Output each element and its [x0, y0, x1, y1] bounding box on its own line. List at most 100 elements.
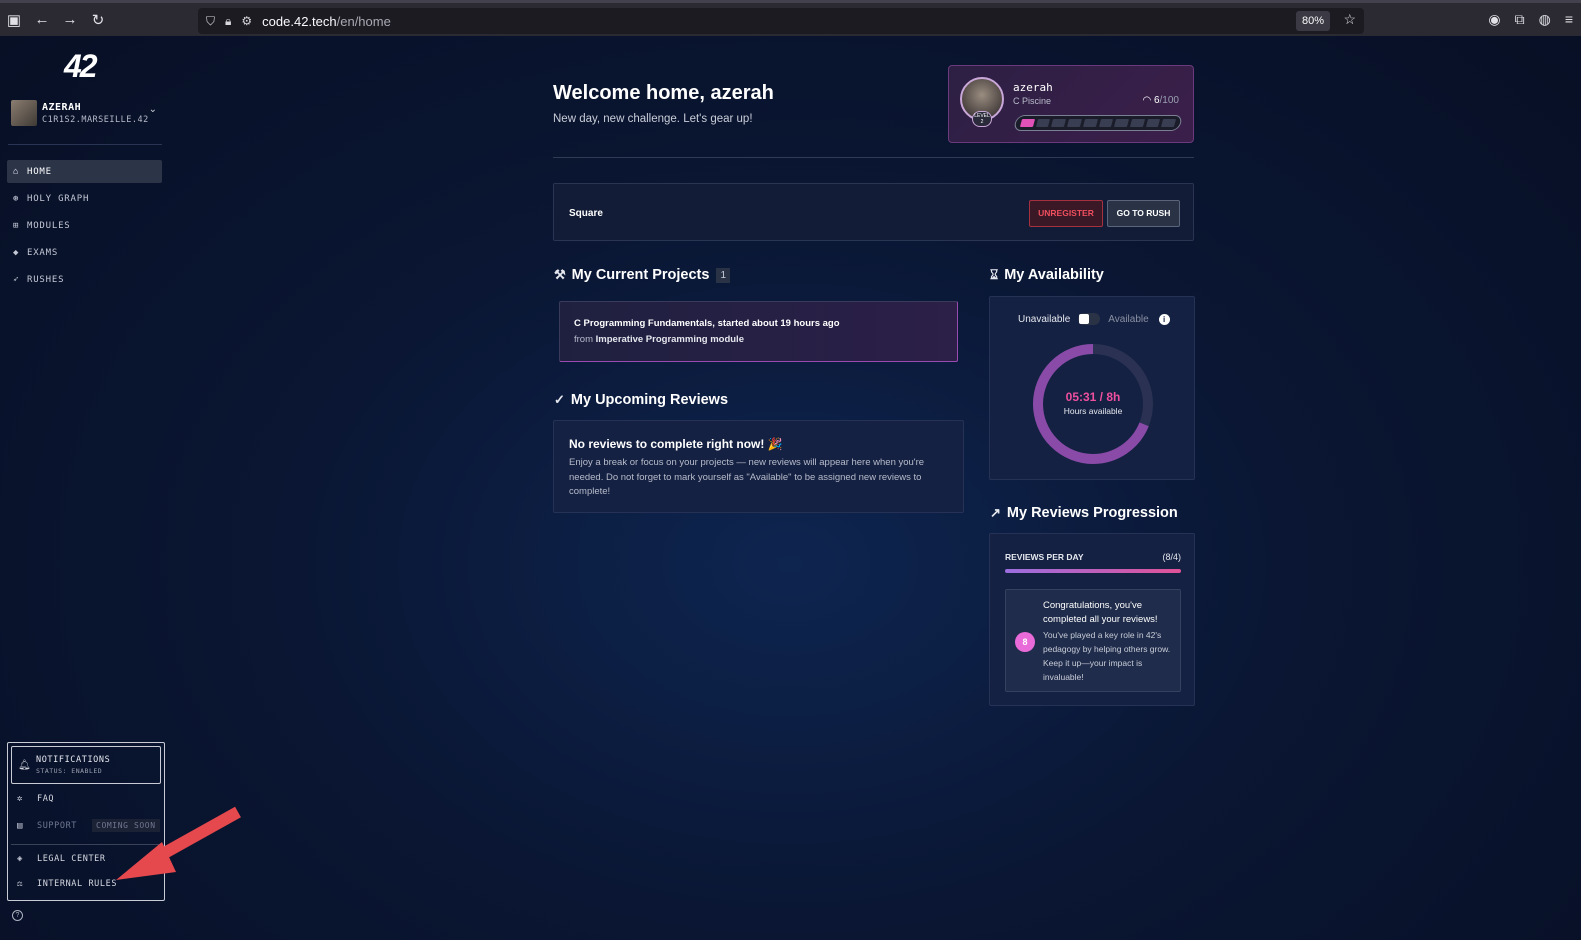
hours-value: 05:31 / 8h [1065, 390, 1121, 404]
internal-rules-link[interactable]: ⚖ INTERNAL RULES [17, 879, 117, 889]
level-badge: LEVEL 2 [972, 111, 992, 127]
availability-toggle-row: Unavailable Available i [1018, 313, 1170, 325]
url-path: /en/home [336, 13, 391, 29]
user-login: C1R1S2.MARSEILLE.42 [42, 114, 149, 125]
profile-course: C Piscine [1013, 96, 1052, 106]
question-icon: ✲ [17, 794, 24, 804]
progress-segment [1161, 119, 1177, 127]
permissions-icon[interactable]: ⚙ [241, 14, 252, 28]
progress-segment [1098, 119, 1114, 127]
availability-card: Unavailable Available i 05:31 / 8h Hours… [989, 296, 1195, 480]
faq-link[interactable]: ✲ FAQ [17, 794, 54, 804]
user-name: AZERAH [42, 101, 82, 113]
hours-label: Hours available [1063, 406, 1123, 416]
progress-segment [1082, 119, 1098, 127]
congrats-box: 8 Congratulations, you've completed all … [1005, 589, 1181, 692]
section-title-availability: ⌛︎ My Availability [990, 267, 1104, 283]
logo[interactable]: 42 [64, 48, 98, 85]
progress-segment [1035, 119, 1051, 127]
user-menu[interactable]: AZERAH C1R1S2.MARSEILLE.42 ⌄ [11, 98, 161, 128]
reviews-progress-bar [1005, 569, 1181, 573]
legal-label: LEGAL CENTER [37, 854, 106, 864]
url-bar[interactable]: ⛉ 🔒︎ ⚙ code.42.tech/en/home 80% ☆ [198, 8, 1364, 34]
nav-label: HOLY GRAPH [27, 193, 90, 204]
progress-segment [1067, 119, 1082, 127]
notifications-button[interactable]: 🔔︎ NOTIFICATIONS STATUS: ENABLED [11, 746, 161, 784]
congrats-text: You've played a key role in 42's pedagog… [1043, 630, 1171, 682]
account-icon[interactable]: ◉ [1488, 11, 1500, 28]
hours-donut [1033, 344, 1153, 464]
bell-icon: 🔔︎ [18, 759, 31, 771]
profile-score: ◠ 6/100 [1142, 95, 1179, 106]
progress-segment [1129, 119, 1145, 127]
forward-icon[interactable]: → [56, 11, 84, 28]
tools-icon: ⚒ [554, 267, 566, 282]
divider [553, 157, 1194, 158]
divider [8, 144, 162, 145]
info-icon[interactable]: i [1158, 313, 1170, 325]
congrats-title: Congratulations, you've completed all yo… [1043, 600, 1158, 625]
chevron-down-icon[interactable]: ⌄ [149, 104, 157, 115]
nav-label: MODULES [27, 220, 71, 231]
graph-icon: ⊛ [13, 193, 20, 204]
sidebar-toggle-icon[interactable]: ▣ [0, 11, 28, 29]
nav-label: EXAMS [27, 247, 59, 258]
avatar [11, 100, 37, 126]
rush-card: Square UNREGISTER GO TO RUSH [553, 183, 1194, 241]
nav-item-home[interactable]: ⌂ HOME [7, 160, 162, 183]
url-host: code.42.tech [262, 13, 337, 29]
scales-icon: ⚖ [17, 879, 24, 889]
available-label: Available [1108, 313, 1149, 325]
progress-segment [1051, 119, 1067, 127]
rush-name: Square [569, 208, 603, 219]
annotation-arrow [116, 806, 241, 880]
notifications-status: STATUS: ENABLED [36, 767, 103, 775]
unavailable-label: Unavailable [1018, 313, 1071, 325]
project-card[interactable]: C Programming Fundamentals, started abou… [559, 301, 958, 362]
rocket-icon: ➶ [13, 274, 20, 285]
go-to-rush-button[interactable]: GO TO RUSH [1107, 200, 1180, 227]
reviews-empty-card: No reviews to complete right now! 🎉 Enjo… [553, 420, 964, 513]
availability-toggle[interactable] [1078, 313, 1101, 325]
section-title-projects: ⚒ My Current Projects 1 [554, 267, 731, 283]
menu-icon[interactable]: ≡ [1565, 11, 1573, 28]
support-label: SUPPORT [37, 820, 78, 831]
help-icon[interactable]: ? [12, 910, 23, 921]
profile-card[interactable]: LEVEL 2 azerah C Piscine ◠ 6/100 [948, 65, 1194, 143]
chat-icon: ▤ [17, 820, 24, 831]
check-circle-icon: ✓ [554, 392, 565, 407]
vpn-icon[interactable]: ◍ [1539, 11, 1551, 28]
unregister-button[interactable]: UNREGISTER [1029, 200, 1103, 227]
progression-card: REVIEWS PER DAY (8/4) 8 Congratulations,… [989, 533, 1195, 706]
nav-item-holy-graph[interactable]: ⊛ HOLY GRAPH [7, 187, 162, 210]
hourglass-icon: ⌛︎ [990, 267, 999, 282]
faq-label: FAQ [37, 794, 55, 804]
shield-icon: ⛉ [206, 13, 216, 28]
bookmark-star-icon[interactable]: ☆ [1343, 11, 1356, 28]
project-title: C Programming Fundamentals, started abou… [574, 318, 840, 329]
home-icon: ⌂ [13, 166, 20, 177]
nav-item-modules[interactable]: ⊞ MODULES [7, 214, 162, 237]
reload-icon[interactable]: ↻ [84, 11, 112, 29]
reviews-empty-title: No reviews to complete right now! 🎉 [569, 437, 783, 451]
rules-label: INTERNAL RULES [37, 879, 118, 889]
nav-label: RUSHES [27, 274, 65, 285]
extensions-icon[interactable]: ⧉ [1515, 11, 1525, 28]
project-module: from Imperative Programming module [574, 334, 744, 345]
legal-center-link[interactable]: ◈ LEGAL CENTER [17, 854, 106, 864]
nav-item-rushes[interactable]: ➶ RUSHES [7, 268, 162, 291]
section-title-progression: ↗ My Reviews Progression [990, 505, 1178, 521]
trending-up-icon: ↗ [990, 505, 1001, 520]
back-icon[interactable]: ← [28, 11, 56, 28]
lock-icon: 🔒︎ [225, 13, 232, 28]
reviews-badge: 8 [1015, 632, 1035, 652]
zoom-badge[interactable]: 80% [1295, 11, 1330, 31]
grid-icon: ⊞ [13, 220, 20, 231]
reviews-empty-text: Enjoy a break or focus on your projects … [569, 457, 925, 497]
graduation-cap-icon: ◆ [13, 247, 20, 258]
projects-count: 1 [716, 267, 731, 283]
page-title: Welcome home, azerah [553, 82, 774, 104]
main-nav: ⌂ HOME ⊛ HOLY GRAPH ⊞ MODULES ◆ EXAMS ➶ … [7, 160, 162, 295]
browser-toolbar: ▣ ← → ↻ ⛉ 🔒︎ ⚙ code.42.tech/en/home 80% … [0, 0, 1581, 36]
nav-item-exams[interactable]: ◆ EXAMS [7, 241, 162, 264]
